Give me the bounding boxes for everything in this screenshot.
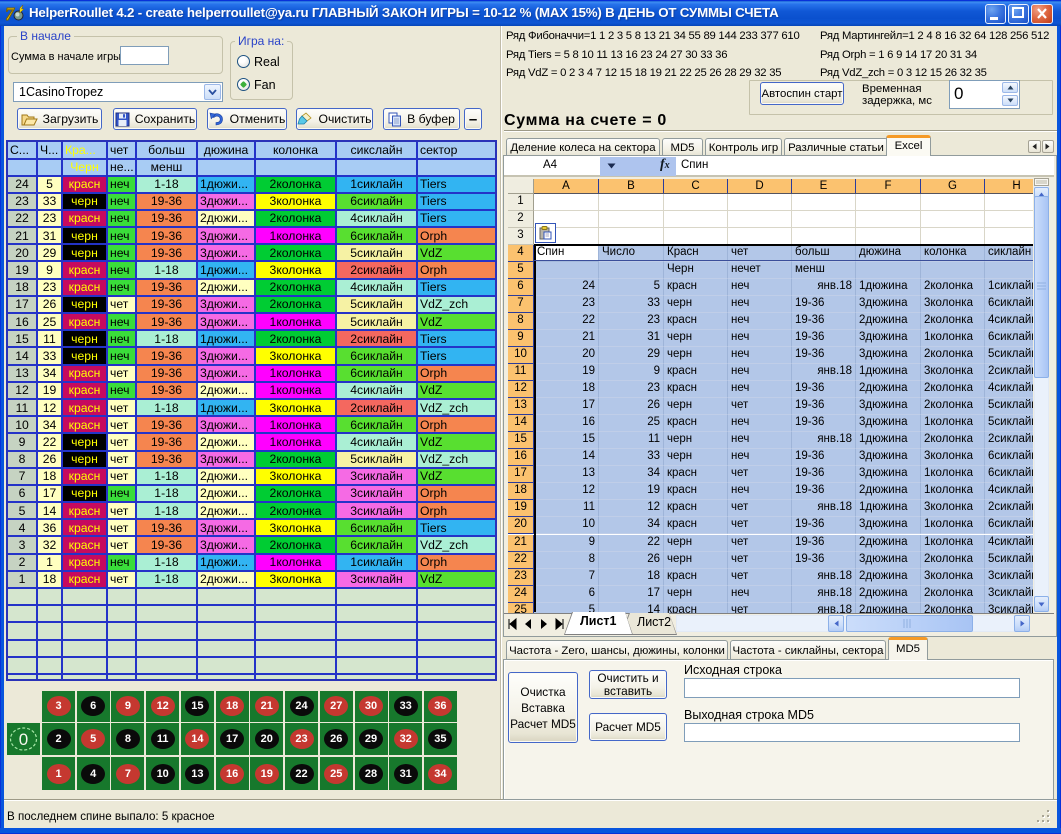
svg-text:7: 7 bbox=[6, 4, 15, 23]
svg-text:0: 0 bbox=[19, 730, 28, 749]
